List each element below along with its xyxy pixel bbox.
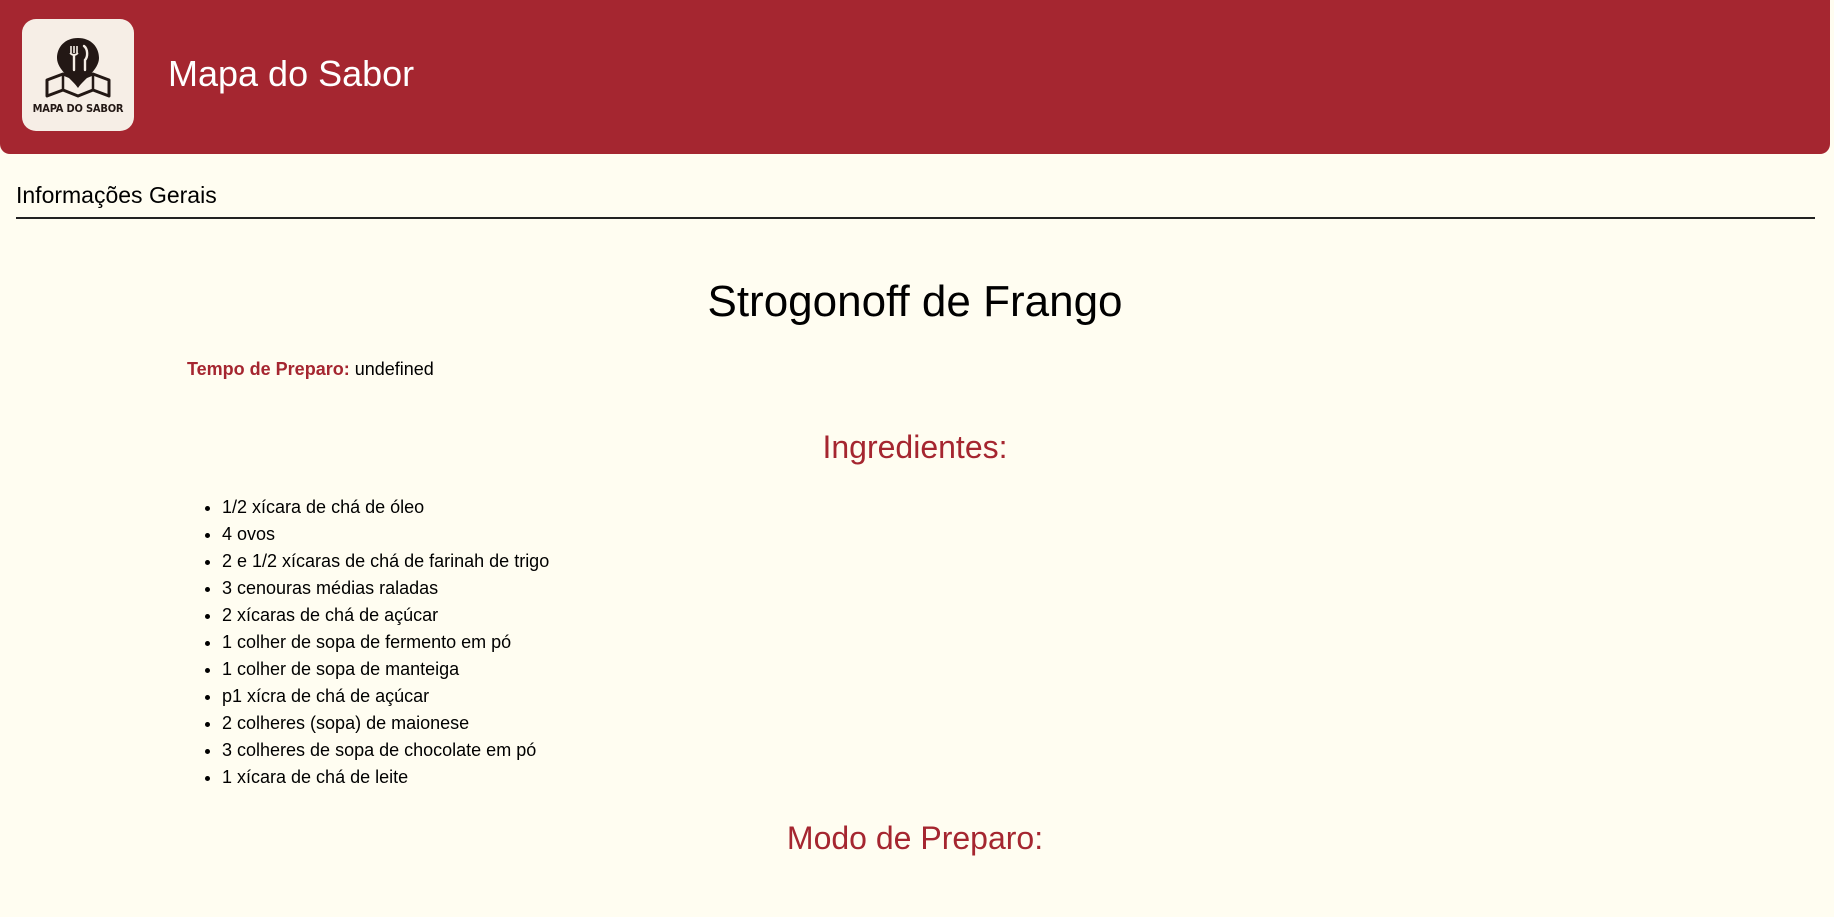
recipe-title: Strogonoff de Frango bbox=[707, 277, 1123, 326]
ingredient-item: 3 colheres de sopa de chocolate em pó bbox=[222, 737, 549, 764]
ingredient-item: p1 xícra de chá de açúcar bbox=[222, 683, 549, 710]
ingredient-item: 2 colheres (sopa) de maionese bbox=[222, 710, 549, 737]
logo-text: MAPA DO SABOR bbox=[32, 101, 124, 115]
ingredient-item: 3 cenouras médias raladas bbox=[222, 575, 549, 602]
method-heading: Modo de Preparo: bbox=[786, 820, 1044, 856]
ingredient-item: 2 e 1/2 xícaras de chá de farinah de tri… bbox=[222, 548, 549, 575]
map-pin-fork-knife-icon bbox=[45, 37, 111, 97]
prep-time-label: Tempo de Preparo: bbox=[187, 359, 350, 379]
ingredient-item: 2 xícaras de chá de açúcar bbox=[222, 602, 549, 629]
ingredient-item: 1 xícara de chá de leite bbox=[222, 764, 549, 791]
prep-time: Tempo de Preparo: undefined bbox=[187, 357, 434, 381]
app-title: Mapa do Sabor bbox=[168, 53, 415, 94]
ingredient-item: 1 colher de sopa de fermento em pó bbox=[222, 629, 549, 656]
prep-time-value: undefined bbox=[354, 359, 434, 379]
ingredient-item: 1/2 xícara de chá de óleo bbox=[222, 494, 549, 521]
app-header: MAPA DO SABOR Mapa do Sabor bbox=[0, 0, 1830, 154]
ingredients-heading: Ingredientes: bbox=[822, 429, 1008, 465]
ingredients-list: 1/2 xícara de chá de óleo 4 ovos 2 e 1/2… bbox=[187, 494, 549, 791]
app-logo[interactable]: MAPA DO SABOR bbox=[22, 19, 134, 131]
section-heading: Informações Gerais bbox=[16, 182, 217, 208]
divider bbox=[16, 217, 1815, 219]
ingredient-item: 1 colher de sopa de manteiga bbox=[222, 656, 549, 683]
ingredient-item: 4 ovos bbox=[222, 521, 549, 548]
